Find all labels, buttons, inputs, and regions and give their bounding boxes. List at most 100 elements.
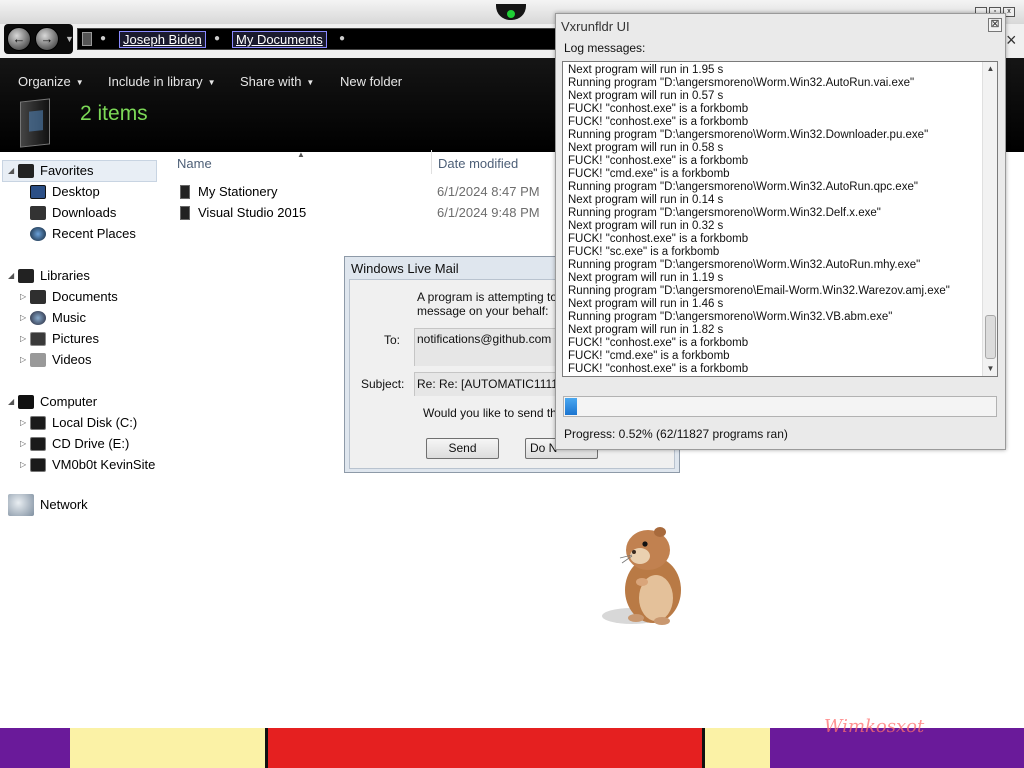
log-line: Next program will run in 0.14 s bbox=[568, 194, 724, 206]
vxrunfldr-window: Vxrunfldr UI ⊠ Log messages: Next progra… bbox=[555, 13, 1006, 450]
collapse-arrow-icon[interactable]: ▷ bbox=[20, 418, 30, 427]
nav-label: Documents bbox=[52, 289, 118, 304]
libraries-icon bbox=[18, 268, 34, 283]
nav-item-videos[interactable]: ▷ Videos bbox=[20, 349, 92, 370]
window-title: Vxrunfldr UI bbox=[561, 19, 630, 34]
scroll-up-icon[interactable]: ▲ bbox=[983, 62, 997, 76]
log-line: Next program will run in 1.82 s bbox=[568, 324, 724, 336]
back-button[interactable]: ← bbox=[7, 27, 31, 51]
nav-label: Downloads bbox=[52, 205, 117, 220]
wallpaper-panel bbox=[705, 728, 770, 768]
forward-arrow-icon: → bbox=[40, 31, 54, 46]
column-header-name[interactable]: Name bbox=[177, 156, 212, 171]
folder-icon bbox=[82, 32, 92, 46]
expand-arrow-icon[interactable]: ◢ bbox=[8, 271, 18, 280]
nav-label: Pictures bbox=[52, 331, 99, 346]
address-bar[interactable]: ● Joseph Biden ● My Documents ● bbox=[77, 28, 557, 50]
computer-icon bbox=[18, 394, 34, 409]
cd-drive-icon bbox=[30, 436, 46, 451]
nav-label: Music bbox=[52, 310, 86, 325]
close-button[interactable]: ⊠ bbox=[988, 18, 1002, 32]
nav-label: Recent Places bbox=[52, 226, 136, 241]
expand-arrow-icon[interactable]: ◢ bbox=[8, 166, 18, 175]
breadcrumb-separator-icon[interactable]: ● bbox=[100, 33, 106, 44]
organize-label: Organize bbox=[18, 74, 71, 89]
nav-item-documents[interactable]: ▷ Documents bbox=[20, 286, 118, 307]
log-textbox[interactable]: Next program will run in 1.95 s Running p… bbox=[562, 61, 998, 377]
title-orb-icon bbox=[496, 4, 526, 20]
nav-item-local-disk[interactable]: ▷ Local Disk (C:) bbox=[20, 412, 137, 433]
folder-preview-icon bbox=[20, 98, 50, 148]
item-count: 2 items bbox=[80, 102, 148, 125]
collapse-arrow-icon[interactable]: ▷ bbox=[20, 292, 30, 301]
file-row[interactable]: My Stationery 6/1/2024 8:47 PM bbox=[178, 182, 554, 202]
hard-drive-icon bbox=[30, 415, 46, 430]
nav-item-pictures[interactable]: ▷ Pictures bbox=[20, 328, 99, 349]
recent-places-icon bbox=[30, 226, 46, 241]
documents-icon bbox=[30, 289, 46, 304]
include-in-library-menu[interactable]: Include in library ▼ bbox=[108, 74, 216, 89]
collapse-arrow-icon[interactable]: ▷ bbox=[20, 439, 30, 448]
log-line: FUCK! "cmd.exe" is a forkbomb bbox=[568, 168, 730, 180]
log-line: Running program "D:\angersmoreno\Worm.Wi… bbox=[568, 259, 921, 271]
log-line: Next program will run in 1.95 s bbox=[568, 64, 724, 76]
nav-item-vm-drive[interactable]: ▷ VM0b0t KevinSite bbox=[20, 454, 155, 475]
log-line: FUCK! "conhost.exe" is a forkbomb bbox=[568, 103, 749, 115]
log-line: Running program "D:\angersmoreno\Worm.Wi… bbox=[568, 207, 881, 219]
log-lines: Next program will run in 1.95 s Running p… bbox=[568, 64, 980, 376]
log-label: Log messages: bbox=[564, 41, 646, 55]
nav-item-desktop[interactable]: Desktop bbox=[30, 181, 100, 202]
nav-label: Favorites bbox=[40, 163, 94, 178]
log-line: FUCK! "conhost.exe" is a forkbomb bbox=[568, 155, 749, 167]
scrollbar-thumb[interactable] bbox=[985, 315, 996, 359]
nav-item-libraries[interactable]: ◢ Libraries bbox=[8, 265, 90, 286]
collapse-arrow-icon[interactable]: ▷ bbox=[20, 460, 30, 469]
send-button[interactable]: Send bbox=[426, 438, 499, 459]
file-date: 6/1/2024 8:47 PM bbox=[437, 184, 540, 199]
nav-item-downloads[interactable]: Downloads bbox=[30, 202, 116, 223]
breadcrumb-item-my-documents[interactable]: My Documents bbox=[232, 31, 327, 48]
send-question: Would you like to send the r bbox=[423, 406, 571, 420]
breadcrumb-separator-icon[interactable]: ● bbox=[339, 33, 345, 44]
organize-menu[interactable]: Organize ▼ bbox=[18, 74, 84, 89]
breadcrumb-separator-icon[interactable]: ● bbox=[214, 33, 220, 44]
nav-item-music[interactable]: ▷ Music bbox=[20, 307, 86, 328]
nav-item-computer[interactable]: ◢ Computer bbox=[8, 391, 97, 412]
wallpaper-watermark-text: Wimkosxot bbox=[824, 716, 925, 737]
collapse-arrow-icon[interactable]: ▷ bbox=[20, 334, 30, 343]
column-header-date-modified[interactable]: Date modified bbox=[438, 156, 518, 171]
expand-arrow-icon[interactable]: ◢ bbox=[8, 397, 18, 406]
subject-value: Re: Re: [AUTOMATIC1111/s bbox=[417, 377, 568, 391]
log-scrollbar[interactable]: ▲ ▼ bbox=[982, 62, 997, 376]
scroll-down-icon[interactable]: ▼ bbox=[983, 362, 997, 376]
progress-fill bbox=[565, 398, 577, 415]
nav-label: Network bbox=[40, 497, 88, 512]
nav-item-recent-places[interactable]: Recent Places bbox=[30, 223, 136, 244]
progress-text: Progress: 0.52% (62/11827 programs ran) bbox=[564, 427, 788, 441]
favorites-star-icon bbox=[18, 163, 34, 178]
nav-item-network[interactable]: Network bbox=[8, 493, 88, 516]
log-line: FUCK! "cmd.exe" is a forkbomb bbox=[568, 350, 730, 362]
nav-item-favorites[interactable]: ◢ Favorites bbox=[8, 160, 93, 181]
wallpaper-panel bbox=[0, 728, 70, 768]
background-close-icon[interactable]: × bbox=[1006, 30, 1017, 51]
column-divider[interactable] bbox=[431, 150, 432, 174]
log-line: Next program will run in 1.46 s bbox=[568, 298, 724, 310]
breadcrumb-item-user[interactable]: Joseph Biden bbox=[119, 31, 206, 48]
collapse-arrow-icon[interactable]: ▷ bbox=[20, 313, 30, 322]
back-arrow-icon: ← bbox=[12, 31, 26, 46]
forward-button[interactable]: → bbox=[35, 27, 59, 51]
collapse-arrow-icon[interactable]: ▷ bbox=[20, 355, 30, 364]
new-folder-button[interactable]: New folder bbox=[340, 74, 402, 89]
recent-pages-dropdown-icon[interactable]: ▼ bbox=[65, 34, 74, 44]
navigation-pane: ◢ Favorites Desktop Downloads Recent Plac… bbox=[0, 152, 165, 532]
chevron-down-icon: ▼ bbox=[207, 78, 216, 87]
file-name: Visual Studio 2015 bbox=[198, 205, 307, 220]
share-with-menu[interactable]: Share with ▼ bbox=[240, 74, 314, 89]
log-line: FUCK! "conhost.exe" is a forkbomb bbox=[568, 337, 749, 349]
log-line: Running program "D:\angersmoreno\Worm.Wi… bbox=[568, 129, 929, 141]
log-line: Next program will run in 0.32 s bbox=[568, 220, 724, 232]
nav-label: Local Disk (C:) bbox=[52, 415, 138, 430]
file-row[interactable]: Visual Studio 2015 6/1/2024 9:48 PM bbox=[178, 203, 554, 223]
nav-item-cd-drive[interactable]: ▷ CD Drive (E:) bbox=[20, 433, 129, 454]
